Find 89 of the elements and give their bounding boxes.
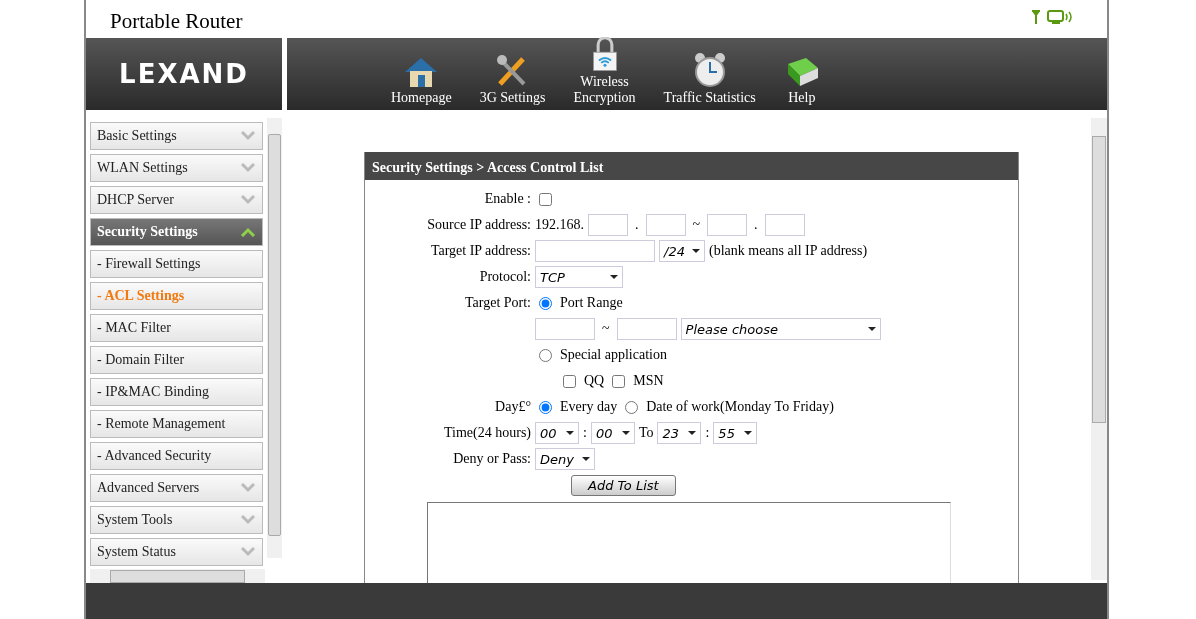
minute-dropdown[interactable]: 00 [590, 422, 635, 444]
chevron-down-icon [240, 547, 256, 557]
radio-button[interactable] [539, 348, 552, 362]
caret-icon [610, 275, 618, 279]
checkbox-label: MSN [633, 373, 664, 389]
minute-dropdown[interactable]: 55 [713, 422, 758, 444]
checkbox-label: QQ [584, 373, 605, 389]
lock-wifi-icon [591, 37, 618, 72]
field-label: Time(24 hours) [443, 425, 531, 441]
enable-checkbox[interactable] [539, 192, 552, 206]
caret-icon [692, 249, 700, 253]
field-label: Day£° [494, 399, 531, 415]
antenna-icon [1031, 10, 1041, 24]
protocol-dropdown[interactable]: TCP [535, 266, 623, 288]
radio-button[interactable] [539, 296, 552, 310]
input-field[interactable] [535, 240, 655, 262]
caret-icon [744, 431, 753, 435]
caret-icon [621, 431, 630, 435]
hint-text: (blank means all IP address) [709, 243, 868, 259]
field-label: Deny or Pass: [452, 451, 531, 467]
caret-icon [867, 327, 876, 331]
chevron-down-icon [240, 195, 256, 205]
radio-label: Port Range [560, 295, 623, 311]
input-field[interactable] [707, 214, 748, 236]
sidebar-item[interactable]: - Domain Filter [90, 346, 263, 374]
ip-prefix: 192.168. [535, 217, 584, 233]
radio-button[interactable] [625, 400, 639, 414]
sidebar-item[interactable]: - Firewall Settings [90, 250, 263, 278]
radio-label: Special application [560, 347, 667, 363]
field-label: Protocol: [478, 269, 531, 285]
hour-dropdown[interactable]: 00 [535, 422, 579, 444]
caret-icon [582, 457, 590, 461]
input-field[interactable] [764, 214, 805, 236]
alarm-clock-icon [692, 52, 727, 88]
panel-title: Security Settings > Access Control List [365, 152, 1018, 180]
chevron-up-icon [240, 227, 256, 237]
action-dropdown[interactable]: Deny [535, 448, 595, 470]
separator: ~ [691, 217, 702, 233]
scrollbar[interactable] [1091, 118, 1107, 580]
caret-icon [566, 431, 574, 435]
brand-logo: LEXAND [119, 59, 249, 89]
sidebar-item[interactable]: DHCP Server [90, 186, 263, 214]
nav-tab[interactable]: Help [775, 56, 828, 110]
sidebar-item[interactable]: - Advanced Security [90, 442, 263, 470]
radio-button[interactable] [539, 400, 552, 414]
sidebar-item[interactable]: Basic Settings [90, 122, 263, 150]
input-field[interactable] [616, 318, 677, 340]
field-label: Source IP address: [426, 217, 531, 233]
sidebar-item[interactable]: Security Settings [90, 218, 263, 246]
nav-tab[interactable]: Homepage [383, 56, 460, 110]
input-field[interactable] [535, 318, 595, 340]
sidebar-item[interactable]: Advanced Servers [90, 474, 263, 502]
add-to-list-button[interactable]: Add To List [571, 474, 676, 496]
field-label: Target Port: [463, 295, 531, 311]
sidebar-item[interactable]: - MAC Filter [90, 314, 263, 342]
scrollbar[interactable] [90, 569, 265, 583]
sidebar-item[interactable]: WLAN Settings [90, 154, 263, 182]
separator: : [583, 425, 587, 441]
nav-tab[interactable]: Traffic Statistics [655, 52, 764, 110]
radio-label: Every day [560, 399, 618, 415]
chevron-down-icon [240, 131, 256, 141]
window-title: Portable Router [110, 7, 244, 34]
nav-tab[interactable]: Wireless Encryption [565, 37, 644, 110]
checkbox[interactable] [612, 374, 626, 388]
chevron-down-icon [240, 483, 256, 493]
separator: . [753, 217, 759, 233]
service-dropdown[interactable]: Please choose [680, 318, 881, 340]
chevron-down-icon [240, 515, 256, 525]
chevron-down-icon [240, 163, 256, 173]
hour-dropdown[interactable]: 23 [657, 422, 702, 444]
checkbox[interactable] [563, 374, 576, 388]
field-label: Enable : [483, 191, 531, 207]
separator: . [634, 217, 640, 233]
caret-icon [688, 431, 697, 435]
separator: : [705, 425, 710, 441]
nav-tab[interactable]: 3G Settings [471, 54, 554, 110]
radio-label: Date of work(Monday To Friday) [646, 399, 834, 415]
monitor-signal-icon [1047, 10, 1075, 24]
sidebar-item[interactable]: System Status [90, 538, 263, 566]
input-field[interactable] [645, 214, 686, 236]
sidebar-item[interactable]: System Tools [90, 506, 263, 534]
field-label: Target IP address: [429, 243, 531, 259]
sidebar-item[interactable]: - IP&MAC Binding [90, 378, 263, 406]
separator: ~ [601, 321, 611, 337]
mask-dropdown[interactable]: /24 [659, 240, 705, 262]
input-field[interactable] [588, 214, 628, 236]
sidebar-item[interactable]: - Remote Management [90, 410, 263, 438]
to-label: To [638, 425, 654, 441]
scrollbar[interactable] [267, 118, 282, 558]
